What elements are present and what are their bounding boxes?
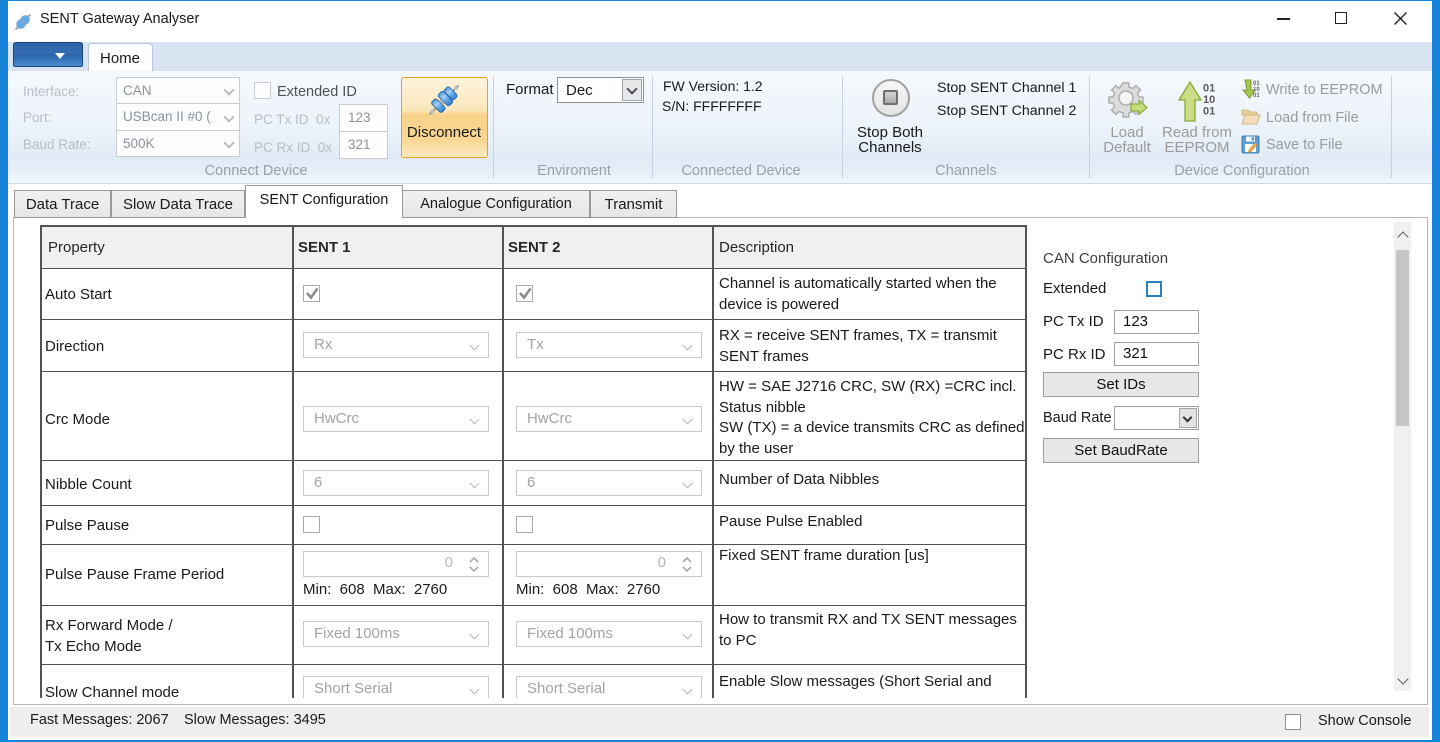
svg-text:10: 10	[1203, 94, 1215, 106]
svg-text:01: 01	[1253, 93, 1260, 99]
svg-text:01: 01	[1203, 83, 1215, 95]
svg-text:01: 01	[1203, 106, 1215, 118]
